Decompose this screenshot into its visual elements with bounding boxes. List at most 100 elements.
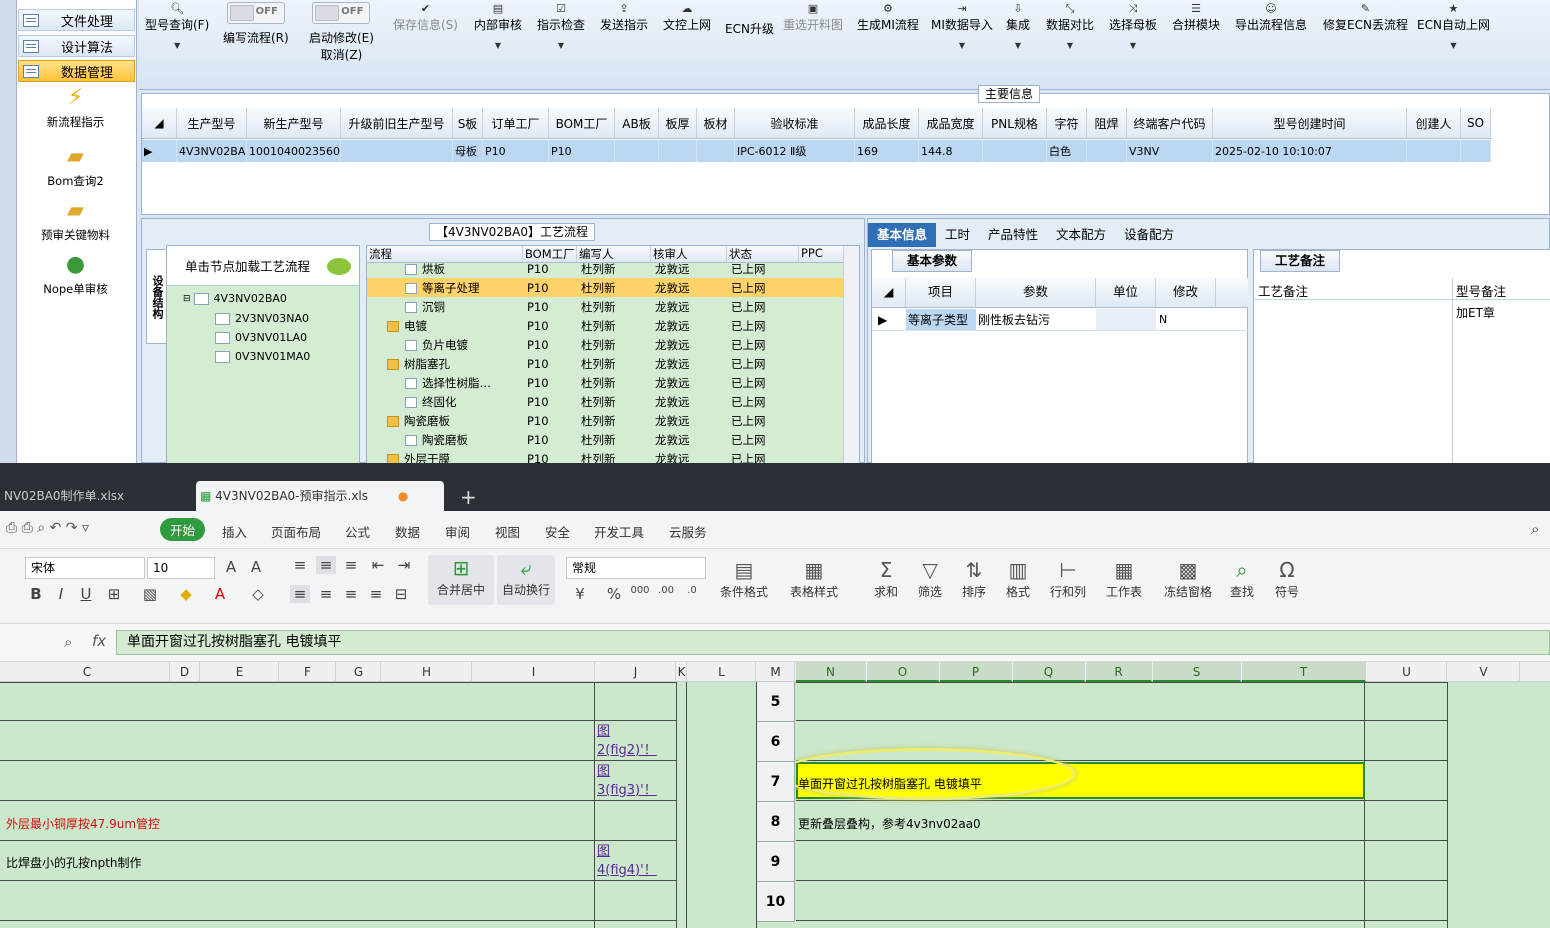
column-header[interactable]: 成品长度 [855,108,919,138]
select-mother-board-button[interactable]: ⤨ 选择母板 ▼ [1109,2,1157,50]
flow-row[interactable]: 外层干膜 P10 杜列新 龙敦远 已上网 [367,449,845,463]
align-middle-icon[interactable]: ≡ [316,556,336,574]
column-header[interactable]: J [596,662,676,682]
instruction-check-button[interactable]: ☑ 指示检查 ▼ [537,2,585,50]
cell-text[interactable]: 单面开窗过孔按树脂塞孔 电镀填平 [798,775,982,792]
format-button[interactable]: ▥ 格式 [1006,557,1030,600]
column-header[interactable]: E [201,662,279,682]
grid-cell[interactable] [659,140,697,162]
thousands-icon[interactable]: 000 [630,585,650,596]
link-cell-fig2[interactable]: 图 2(fig2)'！ [597,722,657,760]
flow-row[interactable]: 电镀 P10 杜列新 龙敦远 已上网 [367,316,845,335]
flow-row[interactable]: 沉铜 P10 杜列新 龙敦远 已上网 [367,297,845,316]
percent-icon[interactable]: % [604,585,624,603]
column-header[interactable]: 板材 [697,108,735,138]
row-header[interactable]: 8 [757,802,795,842]
fill-color-icon[interactable]: ◆ [176,585,196,603]
side-tab-equipment[interactable]: 设备结构 [146,249,166,344]
menu-developer[interactable]: 开发工具 [594,522,644,541]
column-header[interactable]: 生产型号 [177,108,247,138]
align-right-icon[interactable]: ≡ [341,585,361,603]
column-header[interactable]: AB板 [615,108,659,138]
grid-cell[interactable] [341,140,453,162]
indent-increase-icon[interactable]: ⇥ [394,556,414,574]
menu-cloud[interactable]: 云服务 [669,522,707,541]
sum-button[interactable]: Σ 求和 [874,557,898,600]
toolbar-quick-icons[interactable]: ⎙ ⎙ ⌕ ↶ ↷ ▿ [6,520,89,536]
nav-nope-review[interactable]: ● Nope单审核 [17,252,134,297]
align-left-icon[interactable]: ≡ [290,585,310,603]
column-header[interactable]: 成品宽度 [919,108,983,138]
data-compare-button[interactable]: ⤡ 数据对比 ▼ [1046,2,1094,50]
column-header[interactable]: H [382,662,472,682]
column-header[interactable]: I [473,662,595,682]
link-cell-fig3[interactable]: 图 3(fig3)'！ [597,762,657,800]
menu-home[interactable]: 开始 [160,518,206,541]
grid-cell[interactable]: V3NV [1127,140,1213,162]
cell-text[interactable]: 更新叠层叠构，参考4v3nv02aa0 [798,815,981,832]
tab-process-remark[interactable]: 工艺备注 [1260,250,1341,272]
grid-cell[interactable]: 4V3NV02BA0 [177,140,247,162]
column-header[interactable]: 终端客户代码 [1127,108,1213,138]
wrap-text-button[interactable]: ⤶ 自动换行 [497,555,555,605]
write-process-toggle[interactable]: OFF 编写流程(R) [223,2,289,46]
note-cell[interactable]: 比焊盘小的孔按npth制作 [6,854,142,871]
model-query-button[interactable]: 🔍︎ 型号查询(F) ▼ [145,2,209,50]
menu-insert[interactable]: 插入 [222,522,247,541]
reselect-cutting-button[interactable]: ▣ 重选开料图 [783,2,843,33]
freeze-panes-button[interactable]: ▩ 冻结窗格 [1164,557,1212,600]
column-header[interactable]: F [280,662,336,682]
column-header[interactable]: K [677,662,687,682]
currency-icon[interactable]: ¥ [570,585,590,603]
flow-row[interactable]: 陶瓷磨板 P10 杜列新 龙敦远 已上网 [367,411,845,430]
column-header[interactable]: O [867,662,939,682]
italic-icon[interactable]: I [51,585,71,603]
number-format-select[interactable]: 常规 [566,557,706,579]
grid-cell[interactable] [983,140,1047,162]
font-name-select[interactable]: 宋体 [25,557,145,579]
column-header[interactable]: 型号创建时间 [1213,108,1407,138]
decrease-decimal-icon[interactable]: .0 [682,585,702,596]
nav-file-processing[interactable]: 文件处理 [18,9,135,31]
bold-icon[interactable]: B [26,585,46,603]
row-header[interactable]: 5 [757,682,795,722]
link-cell-fig4[interactable]: 图 4(fig4)'！ [597,842,657,880]
nav-data-management[interactable]: 数据管理 [18,60,135,82]
tab-product-features[interactable]: 产品特性 [979,223,1047,247]
integrate-button[interactable]: ⇩ 集成 ▼ [1006,2,1030,50]
column-header[interactable]: P [940,662,1012,682]
align-center-icon[interactable]: ≡ [316,585,336,603]
merge-center-button[interactable]: ⊞ 合并居中 [428,555,494,605]
new-tab-button[interactable]: + [460,485,477,509]
column-header[interactable]: U [1367,662,1447,682]
find-button[interactable]: ⌕ 查找 [1230,557,1254,600]
column-header[interactable]: Q [1013,662,1085,682]
column-header[interactable]: 字符 [1047,108,1087,138]
internal-review-button[interactable]: ▤ 内部审核 ▼ [474,2,522,50]
nav-design-algorithm[interactable]: 设计算法 [18,35,135,57]
doc-control-online-button[interactable]: ☁ 文控上网 [663,2,711,33]
align-bottom-icon[interactable]: ≡ [341,556,361,574]
search-icon[interactable]: ⌕ [1531,520,1539,538]
grid-cell[interactable]: 144.8 [919,140,983,162]
zoom-icon[interactable]: ⌕ [64,633,72,651]
column-header[interactable]: M [757,662,795,682]
grid-cell[interactable] [615,140,659,162]
file-tab-1[interactable]: NV02BA0制作单.xlsx [0,481,190,511]
nav-new-process[interactable]: ⚡ 新流程指示 [17,85,134,130]
column-header[interactable]: 阻焊 [1087,108,1127,138]
row-col-button[interactable]: ⊢ 行和列 [1050,557,1086,600]
tab-text-recipe[interactable]: 文本配方 [1047,223,1115,247]
grid-cell[interactable]: P10 [483,140,549,162]
formula-input[interactable]: 单面开窗过孔按树脂塞孔 电镀填平 [116,630,1550,655]
column-header[interactable]: 验收标准 [735,108,855,138]
increase-decimal-icon[interactable]: .00 [656,585,676,596]
menu-formula[interactable]: 公式 [345,522,370,541]
main-info-row[interactable]: ▶ 4V3NV02BA0 10010400235608 母板 P10 P10 IPC-60… [142,140,1491,162]
tree-node[interactable]: 0V3NV01MA0 [215,350,310,363]
flow-row[interactable]: 烘板 P10 杜列新 龙敦远 已上网 [367,259,845,278]
decrease-font-icon[interactable]: A [246,558,266,576]
flow-row[interactable]: 等离子处理 P10 杜列新 龙敦远 已上网 [367,278,845,297]
grid-cell[interactable]: 母板 [453,140,483,162]
row-header[interactable]: 9 [757,842,795,882]
